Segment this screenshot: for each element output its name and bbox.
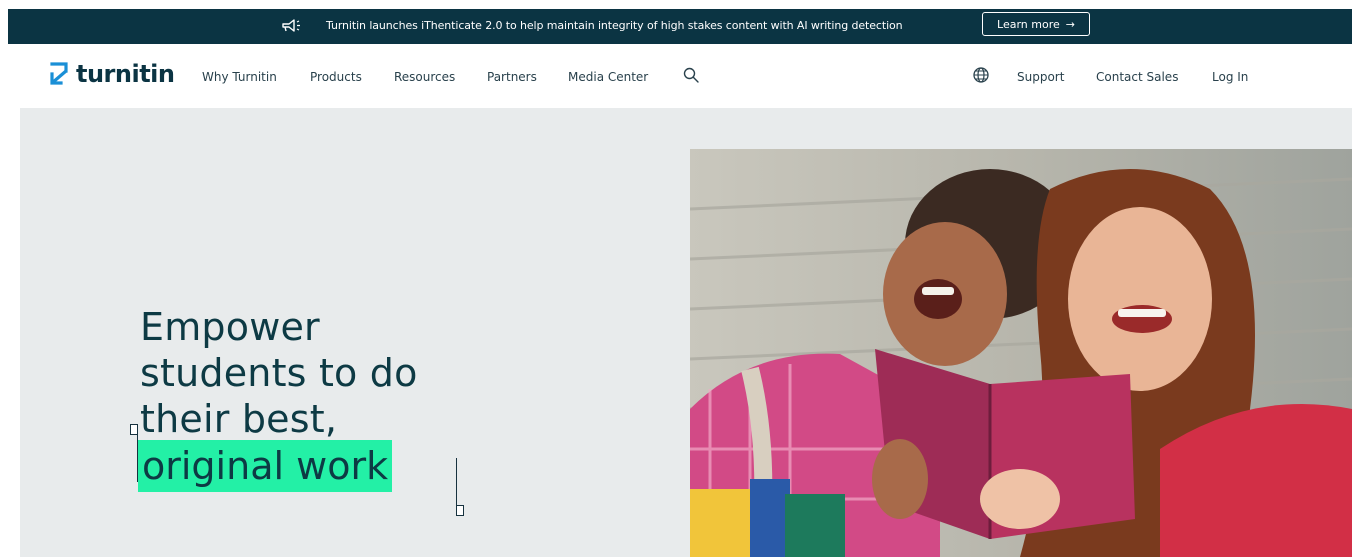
nav-log-in[interactable]: Log In bbox=[1212, 70, 1248, 84]
learn-more-label: Learn more bbox=[997, 17, 1060, 31]
selection-caret-start bbox=[137, 430, 138, 482]
site-header: turnitin Why Turnitin Products Resources… bbox=[0, 44, 1352, 108]
announcement-banner: Turnitin launches iThenticate 2.0 to hel… bbox=[8, 9, 1352, 44]
banner-text: Turnitin launches iThenticate 2.0 to hel… bbox=[326, 19, 903, 32]
megaphone-icon bbox=[282, 19, 300, 32]
hero-headline: Empower students to do their best, bbox=[140, 304, 418, 442]
headline-line: their best, bbox=[140, 397, 338, 441]
nav-why-turnitin[interactable]: Why Turnitin bbox=[202, 70, 277, 84]
nav-support[interactable]: Support bbox=[1017, 70, 1064, 84]
students-reading-illustration bbox=[690, 149, 1352, 557]
selection-handle-end[interactable] bbox=[456, 505, 464, 516]
arrow-right-icon: → bbox=[1065, 17, 1075, 31]
logo-text: turnitin bbox=[76, 60, 175, 88]
learn-more-button[interactable]: Learn more → bbox=[982, 12, 1090, 36]
highlight-text: original work bbox=[142, 444, 389, 488]
turnitin-logo[interactable]: turnitin bbox=[48, 60, 175, 88]
nav-resources[interactable]: Resources bbox=[394, 70, 455, 84]
turnitin-logo-icon bbox=[50, 62, 68, 85]
headline-line: Empower bbox=[140, 305, 320, 349]
selection-caret-end bbox=[456, 458, 457, 508]
headline-line: students to do bbox=[140, 351, 418, 395]
globe-icon[interactable] bbox=[972, 66, 990, 84]
hero-image bbox=[690, 149, 1352, 557]
search-icon[interactable] bbox=[682, 66, 700, 84]
nav-partners[interactable]: Partners bbox=[487, 70, 537, 84]
nav-media-center[interactable]: Media Center bbox=[568, 70, 648, 84]
nav-contact-sales[interactable]: Contact Sales bbox=[1096, 70, 1178, 84]
nav-products[interactable]: Products bbox=[310, 70, 362, 84]
headline-highlight: original work bbox=[138, 440, 393, 492]
